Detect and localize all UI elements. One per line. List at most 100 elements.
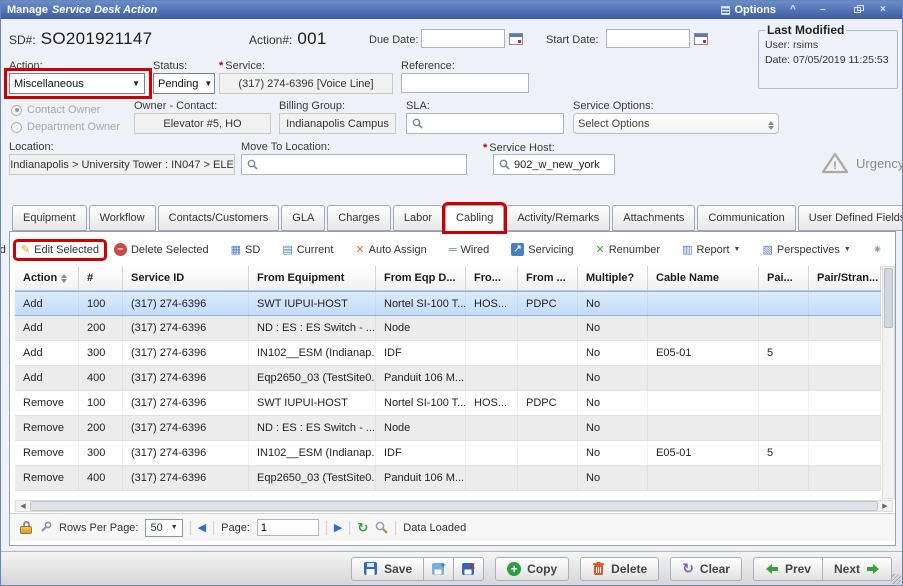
department-owner-radio[interactable]: Department Owner [11,121,120,133]
radio-icon [11,105,22,116]
table-row-7[interactable]: Remove300(317) 274-6396IN102__ESM (India… [15,441,881,466]
status-select[interactable]: Pending▼ [153,73,215,94]
vertical-scrollbar[interactable] [882,266,895,499]
clear-button[interactable]: ↻ Clear [670,557,742,581]
start-date-calendar-icon[interactable] [692,30,710,48]
tab-gla[interactable]: GLA [281,205,325,231]
report-button[interactable]: ▥Report▼ [677,242,745,258]
grid-settings-button[interactable]: ✷ [868,242,887,258]
minimize-button[interactable]: – [820,2,836,18]
column-header-item[interactable]: # [79,266,123,290]
tab-workflow[interactable]: Workflow [89,205,156,231]
tab-communication[interactable]: Communication [697,205,795,231]
cabling-panel: +Add✎Edit Selected–Delete Selected▦SD▤Cu… [9,231,896,546]
move-to-location-search-input[interactable] [241,154,467,175]
contact-owner-radio[interactable]: Contact Owner [11,104,100,116]
billing-group-label: Billing Group: [279,100,345,112]
page-input[interactable] [257,519,319,536]
delete-row-icon: – [114,243,127,256]
scroll-left-arrow-icon[interactable]: ◀ [16,502,30,510]
urgency-indicator[interactable]: ! Urgency [821,151,903,175]
wired-button[interactable]: ═Wired [444,242,495,258]
column-header-pai[interactable]: Pai... [759,266,809,290]
pagination-bar: Rows Per Page: 50▼ ◀ Page: ▶ ↻ Data Load… [10,513,895,541]
prev-button[interactable]: Prev [753,557,823,581]
delete-button[interactable]: Delete [580,557,659,581]
tab-equipment[interactable]: Equipment [12,205,87,231]
next-page-button[interactable]: ▶ [334,521,342,534]
table-row-2[interactable]: Add200(317) 274-6396ND : ES : ES Switch … [15,316,881,341]
cell-cable-name [648,366,759,390]
action-select[interactable]: Miscellaneous▼ [9,73,145,94]
column-header-from[interactable]: From ... [518,266,578,290]
perspectives-button[interactable]: ▧Perspectives▼ [757,242,855,258]
search-icon[interactable] [375,521,388,534]
sd-number-value: SO201921147 [41,29,153,48]
table-row-5[interactable]: Remove100(317) 274-6396SWT IUPUI-HOSTNor… [15,391,881,416]
cell-fro: HOS... [466,391,518,415]
save-new-button[interactable]: + [423,557,454,581]
rows-per-page-select[interactable]: 50▼ [145,519,182,537]
column-header-action[interactable]: Action [15,266,79,290]
auto-assign-button[interactable]: ✕Auto Assign [350,242,431,258]
add-button[interactable]: +Add [0,241,11,258]
resize-grip[interactable] [891,574,901,584]
tab-contacts-customers[interactable]: Contacts/Customers [158,205,280,231]
cell-action: Add [15,341,79,365]
scroll-right-arrow-icon[interactable]: ▶ [878,502,892,510]
table-row-4[interactable]: Add400(317) 274-6396Eqp2650_03 (TestSite… [15,366,881,391]
delete-selected-button[interactable]: –Delete Selected [109,241,214,258]
column-header-from-equipment[interactable]: From Equipment [249,266,376,290]
horizontal-scrollbar[interactable]: ◀ ▶ [15,500,893,512]
column-header-multiple[interactable]: Multiple? [578,266,648,290]
sd-button[interactable]: ▦SD [226,242,266,258]
tab-user-defined-fields[interactable]: User Defined Fields [798,205,903,231]
column-header-fro[interactable]: Fro... [466,266,518,290]
tab-attachments[interactable]: Attachments [612,205,695,231]
copy-button[interactable]: + Copy [495,557,569,581]
horizontal-scrollbar-thumb[interactable] [30,501,878,511]
table-row-6[interactable]: Remove200(317) 274-6396ND : ES : ES Swit… [15,416,881,441]
save-close-button[interactable]: x [453,557,484,581]
required-asterisk: * [483,142,487,154]
start-date-input[interactable] [606,29,690,48]
reference-input[interactable] [401,73,529,93]
table-row-8[interactable]: Remove400(317) 274-6396Eqp2650_03 (TestS… [15,466,881,491]
renumber-button[interactable]: ✕Renumber [591,242,666,258]
tab-activity-remarks[interactable]: Activity/Remarks [506,205,610,231]
action-label: Action: [9,60,43,72]
service-host-input[interactable]: 902_w_new_york [493,154,615,175]
tab-charges[interactable]: Charges [327,205,391,231]
column-header-pair-stran[interactable]: Pair/Stran... [809,266,881,290]
cell-from-eqp-d: Panduit 106 M... [376,466,466,490]
prev-page-button[interactable]: ◀ [198,521,206,534]
lock-icon[interactable] [20,521,32,534]
column-header-service-id[interactable]: Service ID [123,266,249,290]
due-date-input[interactable] [421,29,505,48]
edit-selected-button[interactable]: ✎Edit Selected [16,242,104,258]
service-options-select[interactable]: Select Options [573,113,779,134]
next-button[interactable]: Next [822,557,892,581]
table-row-1[interactable]: Add100(317) 274-6396SWT IUPUI-HOSTNortel… [15,291,881,316]
options-button[interactable]: Options [721,4,776,16]
table-row-3[interactable]: Add300(317) 274-6396IN102__ESM (Indianap… [15,341,881,366]
tab-labor[interactable]: Labor [393,205,443,231]
cabling-toolbar: +Add✎Edit Selected–Delete Selected▦SD▤Cu… [10,237,887,262]
close-button[interactable]: × [880,2,896,18]
current-grid-icon: ▤ [282,244,292,256]
sla-search-input[interactable] [406,113,564,134]
column-header-from-eqp-d[interactable]: From Eqp D... [376,266,466,290]
due-date-calendar-icon[interactable] [507,30,525,48]
cell-cable-name: E05-01 [648,341,759,365]
tab-cabling[interactable]: Cabling [445,205,504,231]
current-button[interactable]: ▤Current [277,242,338,258]
wrench-icon[interactable] [39,521,52,534]
servicing-button[interactable]: ↗Servicing [506,241,578,258]
vertical-scrollbar-thumb[interactable] [884,268,893,328]
refresh-icon[interactable]: ↻ [357,520,368,536]
column-header-cable-name[interactable]: Cable Name [648,266,759,290]
restore-button[interactable] [850,2,866,18]
cell-cable-name [648,416,759,440]
collapse-button[interactable]: ^ [790,2,806,18]
save-button[interactable]: Save [351,557,424,581]
